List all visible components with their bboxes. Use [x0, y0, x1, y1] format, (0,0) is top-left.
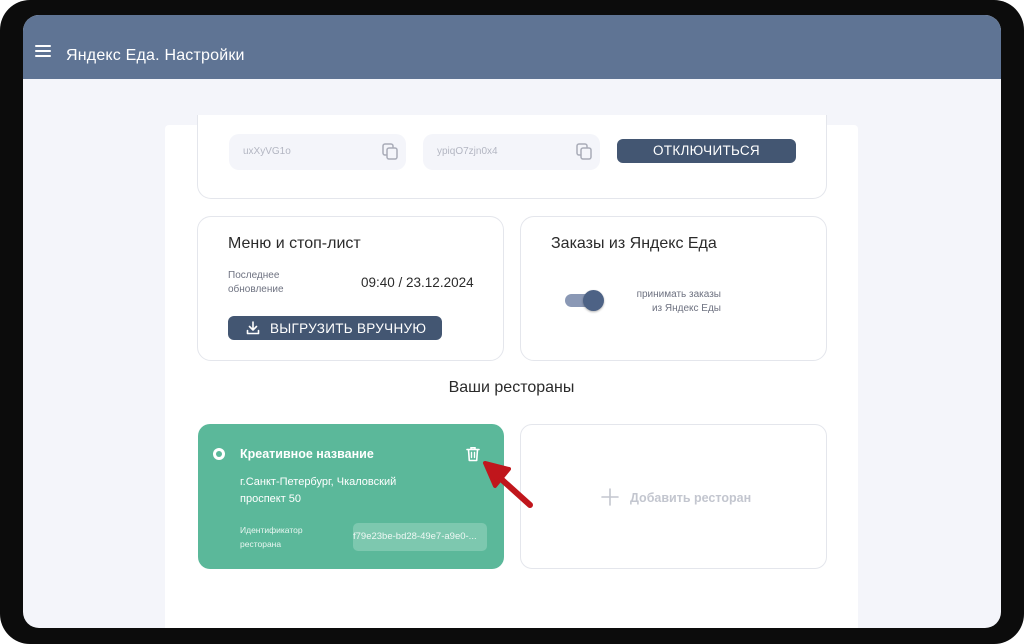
- restaurant-name: Креативное название: [240, 447, 374, 461]
- tablet-frame: Яндекс Еда. Настройки uxXyVG1o ypiqO7zjn…: [0, 0, 1024, 644]
- app-title: Яндекс Еда. Настройки: [66, 47, 245, 64]
- integration-card: uxXyVG1o ypiqO7zjn0x4 ОТКЛЮЧИТЬСЯ: [197, 115, 827, 199]
- download-icon: [246, 321, 260, 335]
- settings-panel: uxXyVG1o ypiqO7zjn0x4 ОТКЛЮЧИТЬСЯ Меню и…: [165, 115, 858, 628]
- restaurant-card[interactable]: Креативное название г.Санкт-Петербург, Ч…: [198, 424, 504, 569]
- key-value-1: uxXyVG1o: [243, 146, 291, 157]
- restaurant-id-field[interactable]: f79e23be-bd28-49e7-a9e0-...: [353, 523, 487, 551]
- key-field-2: ypiqO7zjn0x4: [423, 134, 600, 170]
- key-field-1: uxXyVG1o: [229, 134, 406, 170]
- upload-manually-button[interactable]: ВЫГРУЗИТЬ ВРУЧНУЮ: [228, 316, 442, 340]
- key-value-2: ypiqO7zjn0x4: [437, 146, 498, 157]
- orders-card-title: Заказы из Яндекс Еда: [551, 235, 717, 252]
- restaurant-address: г.Санкт-Петербург, Чкаловский проспект 5…: [240, 476, 397, 505]
- restaurant-id-value: f79e23be-bd28-49e7-a9e0-...: [353, 531, 477, 542]
- add-restaurant-label: Добавить ресторан: [630, 491, 752, 505]
- copy-icon[interactable]: [574, 142, 594, 162]
- upload-label: ВЫГРУЗИТЬ ВРУЧНУЮ: [270, 321, 427, 336]
- restaurants-section-title: Ваши рестораны: [448, 379, 575, 396]
- trash-icon[interactable]: [464, 445, 482, 463]
- menu-card-title: Меню и стоп-лист: [228, 235, 361, 252]
- orders-card: Заказы из Яндекс Еда принимать заказы из…: [520, 216, 827, 361]
- accept-orders-toggle[interactable]: [563, 290, 605, 311]
- accept-orders-label: принимать заказы из Яндекс Еды: [636, 289, 721, 314]
- menu-card: Меню и стоп-лист Последнее обновление 09…: [197, 216, 504, 361]
- copy-icon[interactable]: [380, 142, 400, 162]
- add-restaurant-card[interactable]: Добавить ресторан: [520, 424, 827, 569]
- disconnect-button[interactable]: ОТКЛЮЧИТЬСЯ: [617, 139, 796, 163]
- last-update-value: 09:40 / 23.12.2024: [361, 275, 474, 290]
- menu-icon[interactable]: [35, 45, 53, 59]
- app-bar: Яндекс Еда. Настройки: [23, 15, 1001, 79]
- last-update-label: Последнее обновление: [228, 270, 284, 295]
- restaurant-id-label: Идентификатор ресторана: [240, 525, 303, 549]
- restaurant-radio[interactable]: [213, 448, 225, 460]
- plus-icon: [601, 488, 619, 506]
- app-screen: Яндекс Еда. Настройки uxXyVG1o ypiqO7zjn…: [23, 15, 1001, 628]
